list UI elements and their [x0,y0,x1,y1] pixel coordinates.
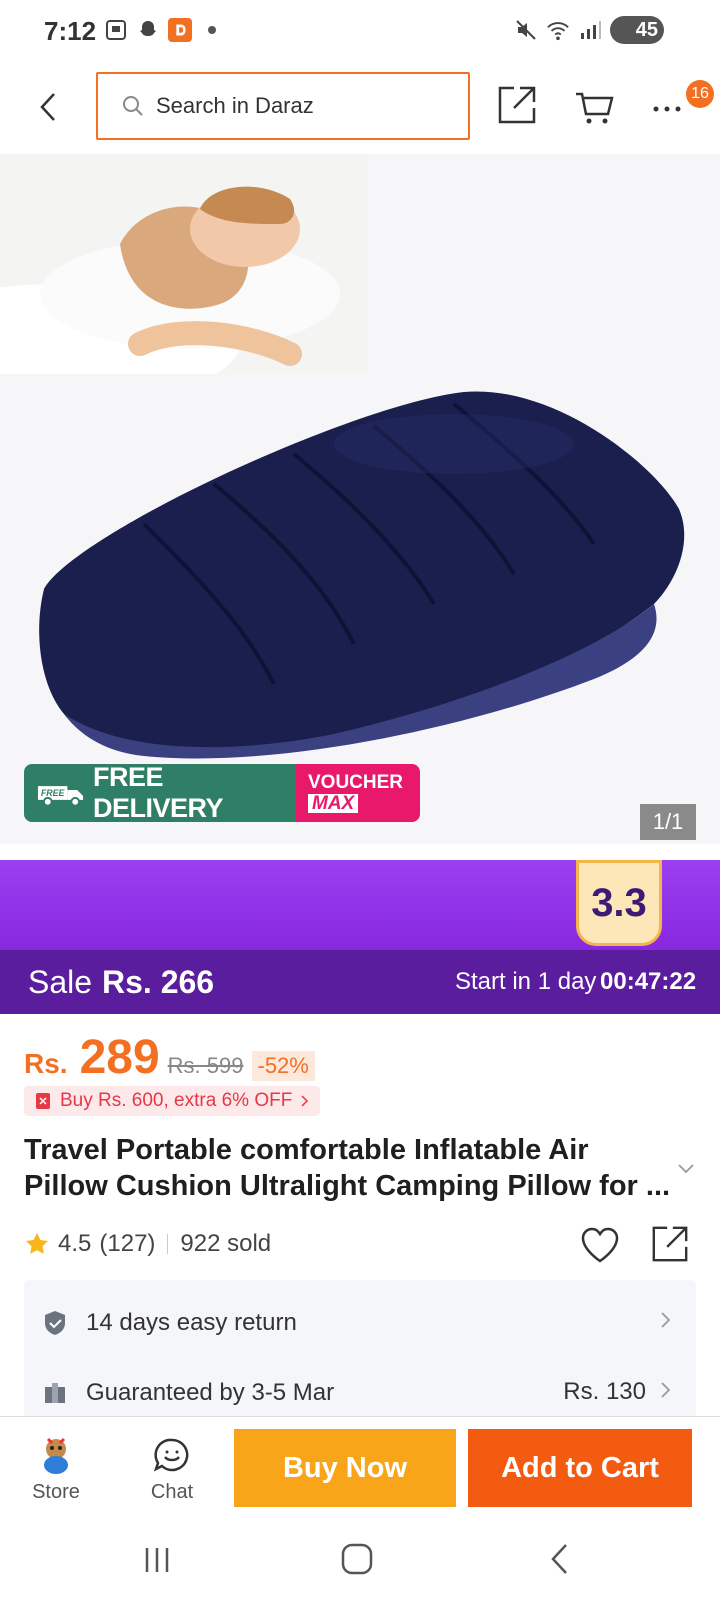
signal-icon [578,18,602,42]
rating-value: 4.5 [58,1230,92,1257]
sleeping-woman-image [0,154,368,404]
product-title: Travel Portable comfortable Inflatable A… [24,1134,671,1202]
wifi-icon [546,18,570,42]
chevron-right-icon [301,1095,309,1107]
delivery-fee: Rs. 130 [563,1378,646,1405]
free-delivery-tag: FREE FREE DELIVERY [24,764,296,822]
share-button[interactable] [496,84,540,128]
voucher-icon [36,1093,50,1109]
more-dots-icon [653,106,681,112]
campaign-promo-band[interactable]: 3.3 Sale Rs. 266 Start in 1 day 00:47:22 [0,860,720,1014]
delivery-box-icon [45,1383,65,1403]
shield-check-icon [45,1311,65,1335]
voucher-max-tag: VOUCHER MAX [296,764,420,822]
chevron-right-icon [661,1382,671,1398]
store-label: Store [32,1481,80,1503]
sale-label: Sale [28,964,93,1000]
wishlist-button[interactable] [580,1226,620,1266]
bundle-offer-text: Buy Rs. 600, extra 6% OFF [60,1090,293,1111]
store-button[interactable]: Store [20,1435,92,1505]
free-delivery-label: FREE DELIVERY [93,764,224,822]
chat-button[interactable]: Chat [136,1435,208,1505]
heart-icon [581,1227,619,1263]
chevron-right-icon [661,1312,671,1328]
search-placeholder: Search in Daraz [156,93,314,118]
top-bar: Search in Daraz 16 [0,62,720,152]
rating-row[interactable]: 4.5 (127) 922 sold [24,1226,271,1262]
voucher-label: VOUCHER [308,772,404,793]
status-right-icons: 45 [514,16,664,44]
star-icon [26,1233,48,1254]
services-panel: 14 days easy return Guaranteed by 3-5 Ma… [24,1280,696,1420]
delivery-guarantee-label: Guaranteed by 3-5 Mar [86,1379,335,1406]
mute-icon [514,18,538,42]
return-policy-label: 14 days easy return [86,1309,297,1336]
chevron-down-icon [678,1164,694,1174]
share-product-button[interactable] [650,1224,692,1266]
buy-now-button[interactable]: Buy Now [234,1429,456,1507]
store-mascot-icon [44,1437,68,1474]
status-bar: 7:12 45 [0,0,720,62]
status-time: 7:12 [44,16,97,46]
delivery-truck-icon: FREE [37,786,84,807]
cart-count-badge: 16 [686,80,714,108]
cart-button[interactable] [574,86,618,130]
product-image-gallery[interactable]: FREE FREE DELIVERY VOUCHER MAX 1/1 [0,154,720,844]
notification-icons [104,18,224,42]
expand-title-button[interactable] [676,1158,700,1182]
voucher-max-label: MAX [308,794,359,813]
review-count: (127) [99,1230,156,1257]
divider [167,1234,169,1254]
sale-price: Rs. 266 [102,964,215,1000]
cart-icon [576,92,614,124]
share-icon [498,86,536,124]
return-policy-row[interactable]: 14 days easy return [24,1292,696,1354]
bundle-offer[interactable]: Buy Rs. 600, extra 6% OFF [24,1086,321,1116]
free-delivery-voucher-banner: FREE FREE DELIVERY VOUCHER MAX [24,764,420,822]
recent-apps-icon[interactable] [142,1544,172,1576]
home-icon[interactable] [340,1542,374,1576]
sale-countdown-strip: Sale Rs. 266 Start in 1 day 00:47:22 [0,950,720,1014]
current-price: 289 [79,1031,160,1084]
daraz-app-icon [168,18,192,42]
share-icon [652,1226,688,1262]
system-back-icon[interactable] [548,1542,572,1576]
inflatable-pillow-image [39,391,685,759]
dot-icon [200,18,224,42]
chat-icon [153,1438,189,1472]
sold-count: 922 sold [180,1230,272,1257]
currency-label: Rs. [24,1048,68,1079]
campaign-3-3-logo: 3.3 [576,860,662,946]
countdown-timer: 00:47:22 [600,968,697,995]
add-to-cart-button[interactable]: Add to Cart [468,1429,692,1507]
system-navigation-bar [0,1520,720,1600]
chevron-left-icon [40,93,55,121]
lifestyle-photo [0,154,368,404]
delivery-guarantee-row[interactable]: Guaranteed by 3-5 Mar Rs. 130 [24,1362,696,1420]
bottom-action-bar: Store Chat Buy Now Add to Cart [0,1416,720,1512]
snapchat-icon [136,18,160,42]
chat-label: Chat [150,1481,194,1503]
discount-badge: -52% [251,1051,315,1081]
back-button[interactable] [28,82,68,132]
image-counter: 1/1 [640,804,696,840]
battery-indicator: 45 [610,16,664,44]
original-price: Rs. 599 [167,1053,244,1078]
price-row: Rs. 289 Rs. 599 -52% [24,1030,704,1090]
start-label: Start in 1 day [455,968,597,995]
free-mini-tag: FREE [41,788,66,798]
search-icon [123,96,143,116]
search-input[interactable]: Search in Daraz [96,72,470,140]
screenshot-icon [104,18,128,42]
